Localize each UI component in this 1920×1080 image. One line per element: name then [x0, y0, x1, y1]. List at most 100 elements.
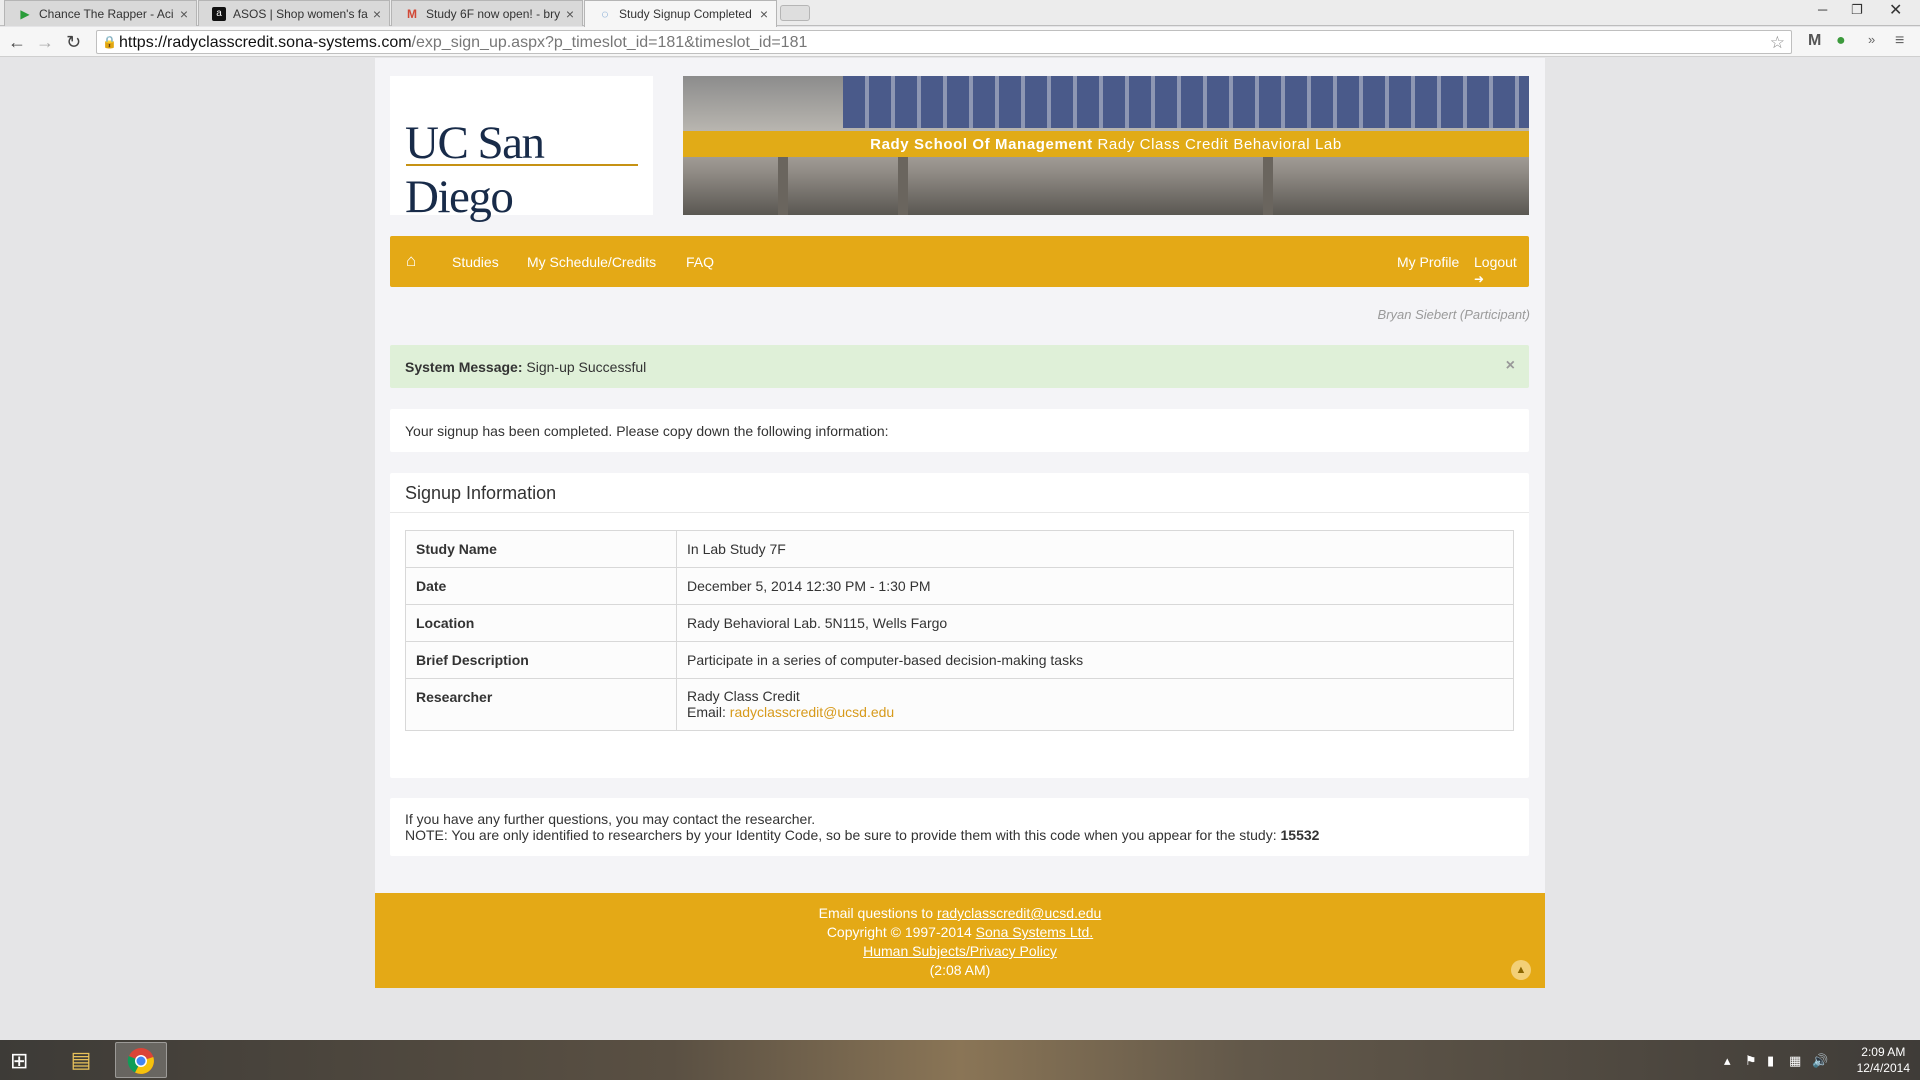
- row-value: Rady Behavioral Lab. 5N115, Wells Fargo: [676, 604, 1514, 642]
- windows-taskbar: ⊞ ▤ ▴ ⚑ ▮ ▦ 🔊 2:09 AM 12/4/2014: [0, 1040, 1920, 1080]
- logo-text: UC San Diego: [405, 117, 545, 223]
- row-key: Location: [405, 604, 677, 642]
- banner-pillar: [898, 157, 908, 215]
- clock-time: 2:09 AM: [1861, 1045, 1906, 1059]
- signup-information-panel: Signup Information Study Name In Lab Stu…: [390, 473, 1529, 778]
- gmail-icon: M: [407, 7, 417, 21]
- taskbar-clock[interactable]: 2:09 AM 12/4/2014: [1857, 1044, 1910, 1076]
- tab-title: ASOS | Shop women's fa: [233, 7, 368, 21]
- browser-toolbar: ← → ↻ 🔒 https://radyclasscredit.sona-sys…: [0, 27, 1920, 57]
- footer: Email questions to radyclasscredit@ucsd.…: [375, 893, 1545, 988]
- minimize-icon[interactable]: ─: [1818, 2, 1827, 17]
- clock-date: 12/4/2014: [1856, 1061, 1910, 1075]
- browser-tab[interactable]: ▶ Chance The Rapper - Aci ×: [4, 0, 197, 26]
- play-store-icon: ▶: [20, 7, 30, 21]
- footer-email-line: Email questions to radyclasscredit@ucsd.…: [375, 904, 1545, 923]
- page-container: UC San Diego Rady School Of Management R…: [375, 58, 1545, 988]
- signup-info-table: Study Name In Lab Study 7F Date December…: [405, 530, 1514, 731]
- banner-title: Rady School Of Management Rady Class Cre…: [683, 131, 1529, 157]
- footer-company-link[interactable]: Sona Systems Ltd.: [976, 924, 1094, 940]
- new-tab-button[interactable]: [780, 5, 810, 21]
- email-label: Email:: [687, 704, 726, 720]
- row-key: Brief Description: [405, 641, 677, 679]
- chrome-taskbar-icon[interactable]: [115, 1042, 167, 1078]
- header-banner: Rady School Of Management Rady Class Cre…: [683, 76, 1529, 215]
- lock-icon: 🔒: [102, 35, 117, 49]
- address-bar[interactable]: 🔒 https://radyclasscredit.sona-systems.c…: [96, 30, 1792, 54]
- banner-pillar: [778, 157, 788, 215]
- tab-title: Study Signup Completed: [619, 7, 752, 21]
- identity-code: 15532: [1280, 827, 1320, 843]
- nav-item-studies[interactable]: Studies: [452, 254, 499, 270]
- gmail-extension-icon[interactable]: M: [1808, 32, 1821, 50]
- logo-underline: [406, 164, 638, 166]
- logout-label: Logout: [1474, 254, 1517, 270]
- footer-copyright-line: Copyright © 1997-2014 Sona Systems Ltd.: [375, 923, 1545, 942]
- scroll-to-top-icon[interactable]: ▲: [1511, 960, 1531, 980]
- volume-icon[interactable]: 🔊: [1812, 1053, 1828, 1069]
- close-icon[interactable]: ×: [373, 6, 381, 22]
- reload-icon[interactable]: ↻: [66, 32, 81, 52]
- researcher-cell: Rady Class Credit Email: radyclasscredit…: [676, 678, 1514, 731]
- banner-title-rest: Rady Class Credit Behavioral Lab: [1097, 136, 1342, 153]
- close-icon[interactable]: ×: [760, 6, 768, 22]
- home-icon[interactable]: ⌂: [406, 251, 416, 271]
- asos-icon: a: [212, 7, 226, 21]
- browser-tab-active[interactable]: ◌ Study Signup Completed ×: [584, 0, 777, 27]
- network-icon[interactable]: ▦: [1789, 1053, 1801, 1069]
- row-value: In Lab Study 7F: [676, 530, 1514, 568]
- footer-email-link[interactable]: radyclasscredit@ucsd.edu: [937, 905, 1101, 921]
- browser-tab-strip: ▶ Chance The Rapper - Aci × a ASOS | Sho…: [0, 0, 1920, 27]
- alert-label: System Message:: [405, 359, 523, 375]
- notes-line2: NOTE: You are only identified to researc…: [405, 827, 1514, 843]
- close-icon[interactable]: ×: [180, 6, 188, 22]
- row-key: Date: [405, 567, 677, 605]
- row-value: Participate in a series of computer-base…: [676, 641, 1514, 679]
- researcher-email-link[interactable]: radyclasscredit@ucsd.edu: [730, 704, 894, 720]
- tab-title: Study 6F now open! - bry: [426, 7, 561, 21]
- row-key: Study Name: [405, 530, 677, 568]
- banner-pillar: [1263, 157, 1273, 215]
- footer-email-prefix: Email questions to: [818, 905, 934, 921]
- close-alert-icon[interactable]: ×: [1506, 357, 1515, 375]
- close-icon[interactable]: ×: [566, 6, 574, 22]
- notification-icon[interactable]: ⚑: [1745, 1053, 1757, 1069]
- evernote-extension-icon[interactable]: ●: [1836, 32, 1846, 50]
- extensions-overflow-icon[interactable]: »: [1868, 32, 1875, 47]
- back-icon[interactable]: ←: [8, 32, 26, 52]
- ucsd-logo[interactable]: UC San Diego: [390, 76, 653, 223]
- url-host: https://radyclasscredit.sona-systems.com: [119, 34, 412, 51]
- system-message-alert: System Message: Sign-up Successful ×: [390, 345, 1529, 388]
- intro-text: Your signup has been completed. Please c…: [405, 423, 889, 439]
- menu-icon[interactable]: ≡: [1895, 32, 1904, 50]
- researcher-email-line: Email: radyclasscredit@ucsd.edu: [687, 704, 1503, 720]
- panel-title: Signup Information: [390, 473, 1529, 513]
- notes-line1: If you have any further questions, you m…: [405, 811, 816, 827]
- bookmark-star-icon[interactable]: ☆: [1770, 33, 1785, 53]
- file-explorer-icon[interactable]: ▤: [55, 1042, 107, 1078]
- forward-icon[interactable]: →: [36, 32, 54, 52]
- restore-icon[interactable]: ❐: [1851, 2, 1863, 18]
- user-label: Bryan Siebert (Participant): [1377, 307, 1530, 322]
- nav-item-faq[interactable]: FAQ: [686, 254, 714, 270]
- url-path: /exp_sign_up.aspx?p_timeslot_id=181&time…: [411, 34, 808, 51]
- tray-overflow-icon[interactable]: ▴: [1724, 1053, 1731, 1069]
- close-window-icon[interactable]: ✕: [1889, 0, 1902, 20]
- browser-tab[interactable]: M Study 6F now open! - bry ×: [391, 0, 583, 26]
- sona-icon: ◌: [601, 7, 609, 21]
- browser-tab[interactable]: a ASOS | Shop women's fa ×: [198, 0, 390, 26]
- table-row: Researcher Rady Class Credit Email: rady…: [405, 678, 1514, 731]
- researcher-name: Rady Class Credit: [687, 688, 800, 704]
- windows-start-icon[interactable]: ⊞: [10, 1048, 28, 1074]
- logout-icon: ➜: [1474, 272, 1485, 286]
- footer-privacy-policy-link[interactable]: Human Subjects/Privacy Policy: [863, 943, 1057, 959]
- power-icon[interactable]: ▮: [1767, 1053, 1774, 1069]
- nav-item-my-profile[interactable]: My Profile: [1397, 254, 1459, 270]
- nav-item-logout[interactable]: Logout ➜: [1474, 254, 1529, 286]
- table-row: Study Name In Lab Study 7F: [405, 530, 1514, 568]
- table-row: Brief Description Participate in a serie…: [405, 641, 1514, 679]
- nav-item-schedule[interactable]: My Schedule/Credits: [527, 254, 656, 270]
- row-value: December 5, 2014 12:30 PM - 1:30 PM: [676, 567, 1514, 605]
- banner-title-bold: Rady School Of Management: [870, 136, 1093, 153]
- footer-time: (2:08 AM): [929, 962, 991, 978]
